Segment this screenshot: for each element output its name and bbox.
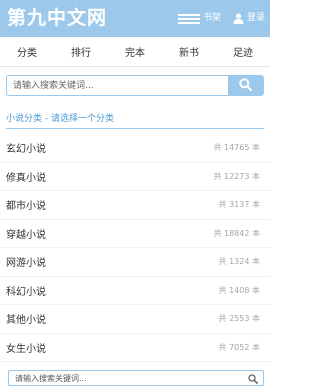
category-count: 共 1408 本 [218, 285, 260, 295]
top-search-button[interactable] [228, 76, 263, 95]
login-button[interactable]: 登录 [233, 10, 265, 26]
bookshelf-icon [178, 13, 200, 24]
bottom-search-input[interactable] [9, 371, 237, 385]
category-name: 穿越小说 [6, 229, 46, 241]
category-row-nvsheng[interactable]: 女生小说 共 7052 本 [0, 334, 270, 362]
site-header: 第九中文网 书架 登录 [0, 0, 270, 37]
section-divider [6, 128, 264, 129]
category-name: 修真小说 [6, 172, 46, 184]
category-count: 共 3137 本 [218, 200, 260, 210]
category-count: 共 14765 本 [213, 143, 260, 153]
category-row-xuanhuan[interactable]: 玄幻小说 共 14765 本 [0, 134, 270, 163]
category-name: 都市小说 [6, 201, 46, 213]
bookshelf-button[interactable]: 书架 [178, 10, 221, 26]
category-list: 玄幻小说 共 14765 本 修真小说 共 12273 本 都市小说 共 313… [0, 134, 270, 362]
nav-tab-new-books[interactable]: 新书 [162, 41, 216, 66]
category-count: 共 12273 本 [213, 171, 260, 181]
category-row-qita[interactable]: 其他小说 共 2553 本 [0, 305, 270, 334]
top-search-bar [6, 75, 264, 96]
login-label: 登录 [247, 13, 266, 23]
category-name: 女生小说 [6, 343, 46, 355]
nav-tab-history[interactable]: 足迹 [216, 41, 270, 66]
category-count: 共 18842 本 [213, 228, 260, 238]
search-icon [248, 369, 258, 388]
user-icon [233, 12, 244, 24]
bottom-search-button[interactable] [246, 372, 260, 384]
category-name: 其他小说 [6, 315, 46, 327]
bookshelf-label: 书架 [203, 13, 222, 23]
category-count: 共 2553 本 [218, 314, 260, 324]
category-count: 共 7052 本 [218, 342, 260, 352]
section-title: 小说分类 - 请选择一个分类 [6, 114, 114, 124]
nav-tab-finished[interactable]: 完本 [108, 41, 162, 66]
category-row-dushi[interactable]: 都市小说 共 3137 本 [0, 191, 270, 220]
search-icon [239, 76, 253, 95]
category-name: 网游小说 [6, 258, 46, 270]
category-count: 共 1324 本 [218, 257, 260, 267]
nav-tab-ranking[interactable]: 排行 [54, 41, 108, 66]
category-name: 玄幻小说 [6, 144, 46, 156]
top-search-input[interactable] [7, 76, 227, 95]
bottom-search-bar [8, 370, 264, 386]
main-nav: 分类 排行 完本 新书 足迹 [0, 41, 270, 67]
category-name: 科幻小说 [6, 286, 46, 298]
category-row-xiuzhen[interactable]: 修真小说 共 12273 本 [0, 163, 270, 191]
category-row-kehuan[interactable]: 科幻小说 共 1408 本 [0, 277, 270, 305]
category-row-wangyou[interactable]: 网游小说 共 1324 本 [0, 248, 270, 277]
nav-tab-category[interactable]: 分类 [0, 41, 54, 66]
category-row-chuanyue[interactable]: 穿越小说 共 18842 本 [0, 220, 270, 248]
site-logo[interactable]: 第九中文网 [7, 6, 107, 30]
